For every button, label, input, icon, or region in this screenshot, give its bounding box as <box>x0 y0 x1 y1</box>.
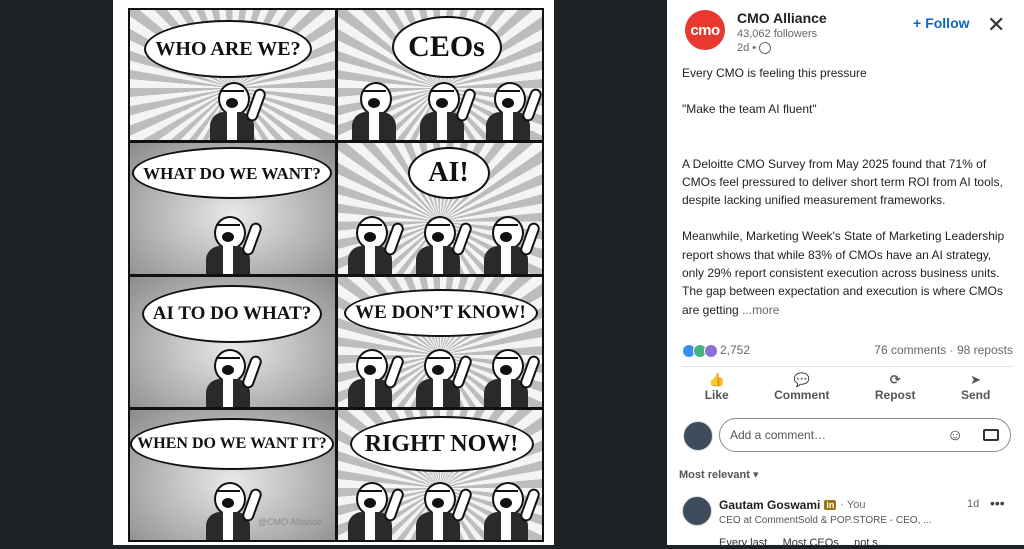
speech-bubble-4: AI! <box>407 147 490 200</box>
social-counts: 2,752 76 comments · 98 reposts <box>682 343 1013 359</box>
company-logo[interactable]: cmo <box>685 10 725 50</box>
image-icon[interactable] <box>983 429 999 441</box>
comments-reposts-count[interactable]: 76 comments · 98 reposts <box>874 343 1013 357</box>
linkedin-premium-icon: in <box>824 500 837 510</box>
comic-panel-3: WHAT DO WE WANT? <box>130 143 335 274</box>
comment-button[interactable]: 💬 Comment <box>774 372 829 406</box>
crowd-figure <box>415 482 473 540</box>
post-paragraph: Every CMO is feeling this pressure <box>682 66 867 80</box>
crowd-figure <box>483 348 541 407</box>
follow-label: Follow <box>925 15 970 31</box>
post-paragraph: "Make the team AI fluent" <box>682 102 817 117</box>
sort-dropdown[interactable]: Most relevant ▾ <box>679 468 759 481</box>
post-body: Every CMO is feeling this pressure "Make… <box>682 64 1012 319</box>
send-label: Send <box>960 388 991 402</box>
commenter-headline: CEO at CommentSold & POP.STORE - CEO, ..… <box>719 515 932 526</box>
crowd-figure <box>351 82 396 141</box>
like-button[interactable]: 👍 Like <box>705 372 729 406</box>
globe-icon <box>759 42 772 54</box>
speech-bubble-6: WE DON’T KNOW! <box>343 288 538 337</box>
crowd-figure <box>347 482 405 540</box>
comment-input[interactable]: Add a comment… <box>719 418 1011 452</box>
post-actions: 👍 Like 💬 Comment ⟳ Repost ➤ Send <box>682 372 1013 406</box>
comment-icon: 💬 <box>793 372 810 387</box>
comic-image: WHO ARE WE? CEOs WHAT DO WE WANT? AI! AI <box>113 0 554 545</box>
avatar[interactable] <box>683 421 713 451</box>
speaker-figure <box>206 482 264 540</box>
repost-label: Repost <box>874 388 916 402</box>
comic-watermark: @CMO Alliance <box>258 517 322 527</box>
sort-label: Most relevant <box>679 469 750 481</box>
reaction-count[interactable]: 2,752 <box>720 343 750 357</box>
crowd-figure <box>483 215 541 274</box>
crowd-figure <box>347 348 405 407</box>
crowd-figure <box>485 82 542 141</box>
comic-grid: WHO ARE WE? CEOs WHAT DO WE WANT? AI! AI <box>128 8 544 542</box>
send-icon: ➤ <box>970 372 982 387</box>
comic-panel-4: AI! <box>337 143 542 274</box>
close-icon[interactable]: ✕ <box>987 14 1005 36</box>
more-options-icon[interactable]: ••• <box>990 495 1005 511</box>
commenter-avatar[interactable] <box>682 496 712 526</box>
follower-count: 43,062 followers <box>737 28 818 40</box>
emoji-icon[interactable]: ☺ <box>947 427 963 445</box>
crowd-figure <box>483 482 541 540</box>
plus-icon: + <box>913 15 922 31</box>
crowd-figure <box>347 215 405 274</box>
comic-panel-8: RIGHT NOW! <box>337 409 542 540</box>
comment-label: Comment <box>774 388 830 402</box>
see-more-link[interactable]: ...more <box>742 303 779 317</box>
commenter-name[interactable]: Gautam Goswami <box>719 498 820 512</box>
comic-panel-1: WHO ARE WE? <box>130 10 335 141</box>
thumbs-up-icon: 👍 <box>708 372 725 387</box>
crowd-figure <box>415 348 473 407</box>
speech-bubble-8: RIGHT NOW! <box>349 415 534 472</box>
speaker-figure <box>206 348 264 407</box>
speech-bubble-2: CEOs <box>391 16 502 78</box>
send-button[interactable]: ➤ Send <box>961 372 990 406</box>
comic-panel-5: AI TO DO WHAT? <box>130 276 335 407</box>
follow-button[interactable]: + Follow <box>913 15 970 31</box>
comic-panel-6: WE DON’T KNOW! <box>337 276 542 407</box>
post-time: 2d • <box>737 42 772 54</box>
support-reaction-icon <box>704 344 718 358</box>
speech-bubble-1: WHO ARE WE? <box>144 20 312 78</box>
comment-body: Every last ... Most CEOs ... not s... <box>719 537 888 549</box>
author-name[interactable]: CMO Alliance <box>737 10 827 26</box>
divider <box>682 366 1013 367</box>
repost-icon: ⟳ <box>889 372 901 387</box>
speaker-figure <box>206 215 264 274</box>
speech-bubble-3: WHAT DO WE WANT? <box>132 147 332 200</box>
speech-bubble-5: AI TO DO WHAT? <box>142 284 322 343</box>
commenter-name-row: Gautam Goswami in · You <box>719 498 865 512</box>
comic-panel-2: CEOs <box>337 10 542 141</box>
repost-button[interactable]: ⟳ Repost <box>875 372 916 406</box>
like-label: Like <box>704 388 729 402</box>
speech-bubble-7: WHEN DO WE WANT IT? <box>130 417 334 470</box>
crowd-figure <box>419 82 477 141</box>
post-detail-panel: cmo CMO Alliance 43,062 followers 2d • +… <box>667 0 1024 549</box>
crowd-figure <box>415 215 473 274</box>
commenter-you-label: · You <box>840 499 866 511</box>
post-paragraph: Meanwhile, Marketing Week's State of Mar… <box>682 229 1005 317</box>
chevron-down-icon: ▾ <box>752 469 759 481</box>
speaker-figure <box>210 82 268 141</box>
post-image-viewer: WHO ARE WE? CEOs WHAT DO WE WANT? AI! AI <box>0 0 667 545</box>
post-paragraph: A Deloitte CMO Survey from May 2025 foun… <box>682 156 1003 208</box>
post-age: 2d • <box>737 42 757 54</box>
reaction-icons[interactable] <box>682 344 718 358</box>
comment-time: 1d <box>967 498 980 510</box>
